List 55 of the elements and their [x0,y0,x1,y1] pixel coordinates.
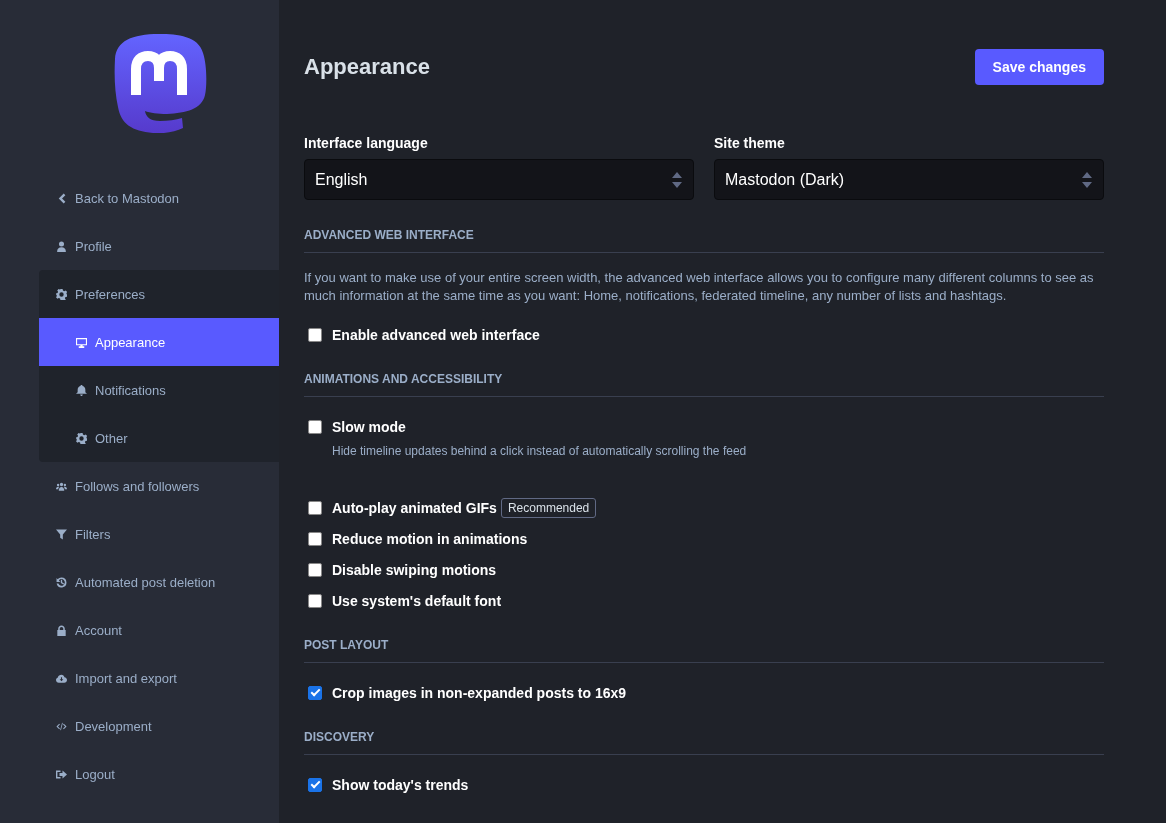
page-title: Appearance [304,54,430,80]
sidebar-item[interactable]: Import and export [39,654,279,702]
sidebar-item[interactable]: Appearance [39,318,279,366]
padlock-icon [56,624,67,636]
option-hint: Hide timeline updates behind a click instead of automatically scrolling the feed [332,444,748,458]
field-label: Site theme [714,135,786,151]
cloud-download-icon [56,672,67,684]
checkbox[interactable] [308,593,322,608]
checkbox-label: Auto-play animated GIFs [332,499,497,516]
people-icon [56,480,67,492]
sidebar-item[interactable]: Development [39,702,279,750]
sidebar-item[interactable]: Filters [39,510,279,558]
logout-icon [56,768,67,780]
sidebar-item[interactable]: Back to Mastodon [39,174,279,222]
checkbox-label: Slow mode [332,418,406,435]
bell-icon [76,384,87,396]
section-description: If you want to make use of your entire screen width, the advanced web interface allows you to configure many different columns to see as much information at the same time as you want: Home, notifications, federated timeline, any number of lists and hashtags. [304,269,1095,305]
recommended-badge: Recommended [500,497,597,518]
gear-icon [56,288,67,300]
sidebar-item[interactable]: Other [39,414,279,462]
monitor-icon [76,336,87,348]
select-field[interactable]: Mastodon (Dark) [714,159,1104,200]
checkbox-label: Use system's default font [332,592,502,609]
section-heading: DISCOVERY [304,730,1104,755]
save-button[interactable]: Save changes [974,49,1104,85]
checkbox[interactable] [308,500,322,515]
section-heading: ADVANCED WEB INTERFACE [304,228,1104,253]
checkbox[interactable] [308,685,322,700]
checkbox[interactable] [308,327,322,342]
sidebar-item[interactable]: Preferences [39,270,279,318]
filter-icon [56,528,67,540]
checkbox[interactable] [308,419,322,434]
sidebar-item[interactable]: Logout [39,750,279,798]
checkbox-label: Reduce motion in animations [332,530,528,547]
history-icon [56,576,67,588]
section-heading: ANIMATIONS AND ACCESSIBILITY [304,372,1104,397]
code-icon [56,720,67,732]
checkbox[interactable] [308,777,322,792]
sidebar-item[interactable]: Follows and followers [39,462,279,510]
field-label: Interface language [304,135,429,151]
checkbox[interactable] [308,531,322,546]
gear-icon [76,432,87,444]
sidebar-item[interactable]: Notifications [39,366,279,414]
sidebar-item[interactable]: Profile [39,222,279,270]
checkbox-label: Crop images in non-expanded posts to 16x9 [332,684,627,701]
checkbox-label: Disable swiping motions [332,561,497,578]
sidebar-item[interactable]: Automated post deletion [39,558,279,606]
sidebar-item[interactable]: Account [39,606,279,654]
select-field[interactable]: English [304,159,694,200]
checkbox-label: Enable advanced web interface [332,326,540,343]
person-icon [56,240,67,252]
checkbox[interactable] [308,562,322,577]
section-heading: POST LAYOUT [304,638,1104,663]
chevron-left-icon [56,192,67,204]
checkbox-label: Show today's trends [332,776,469,793]
